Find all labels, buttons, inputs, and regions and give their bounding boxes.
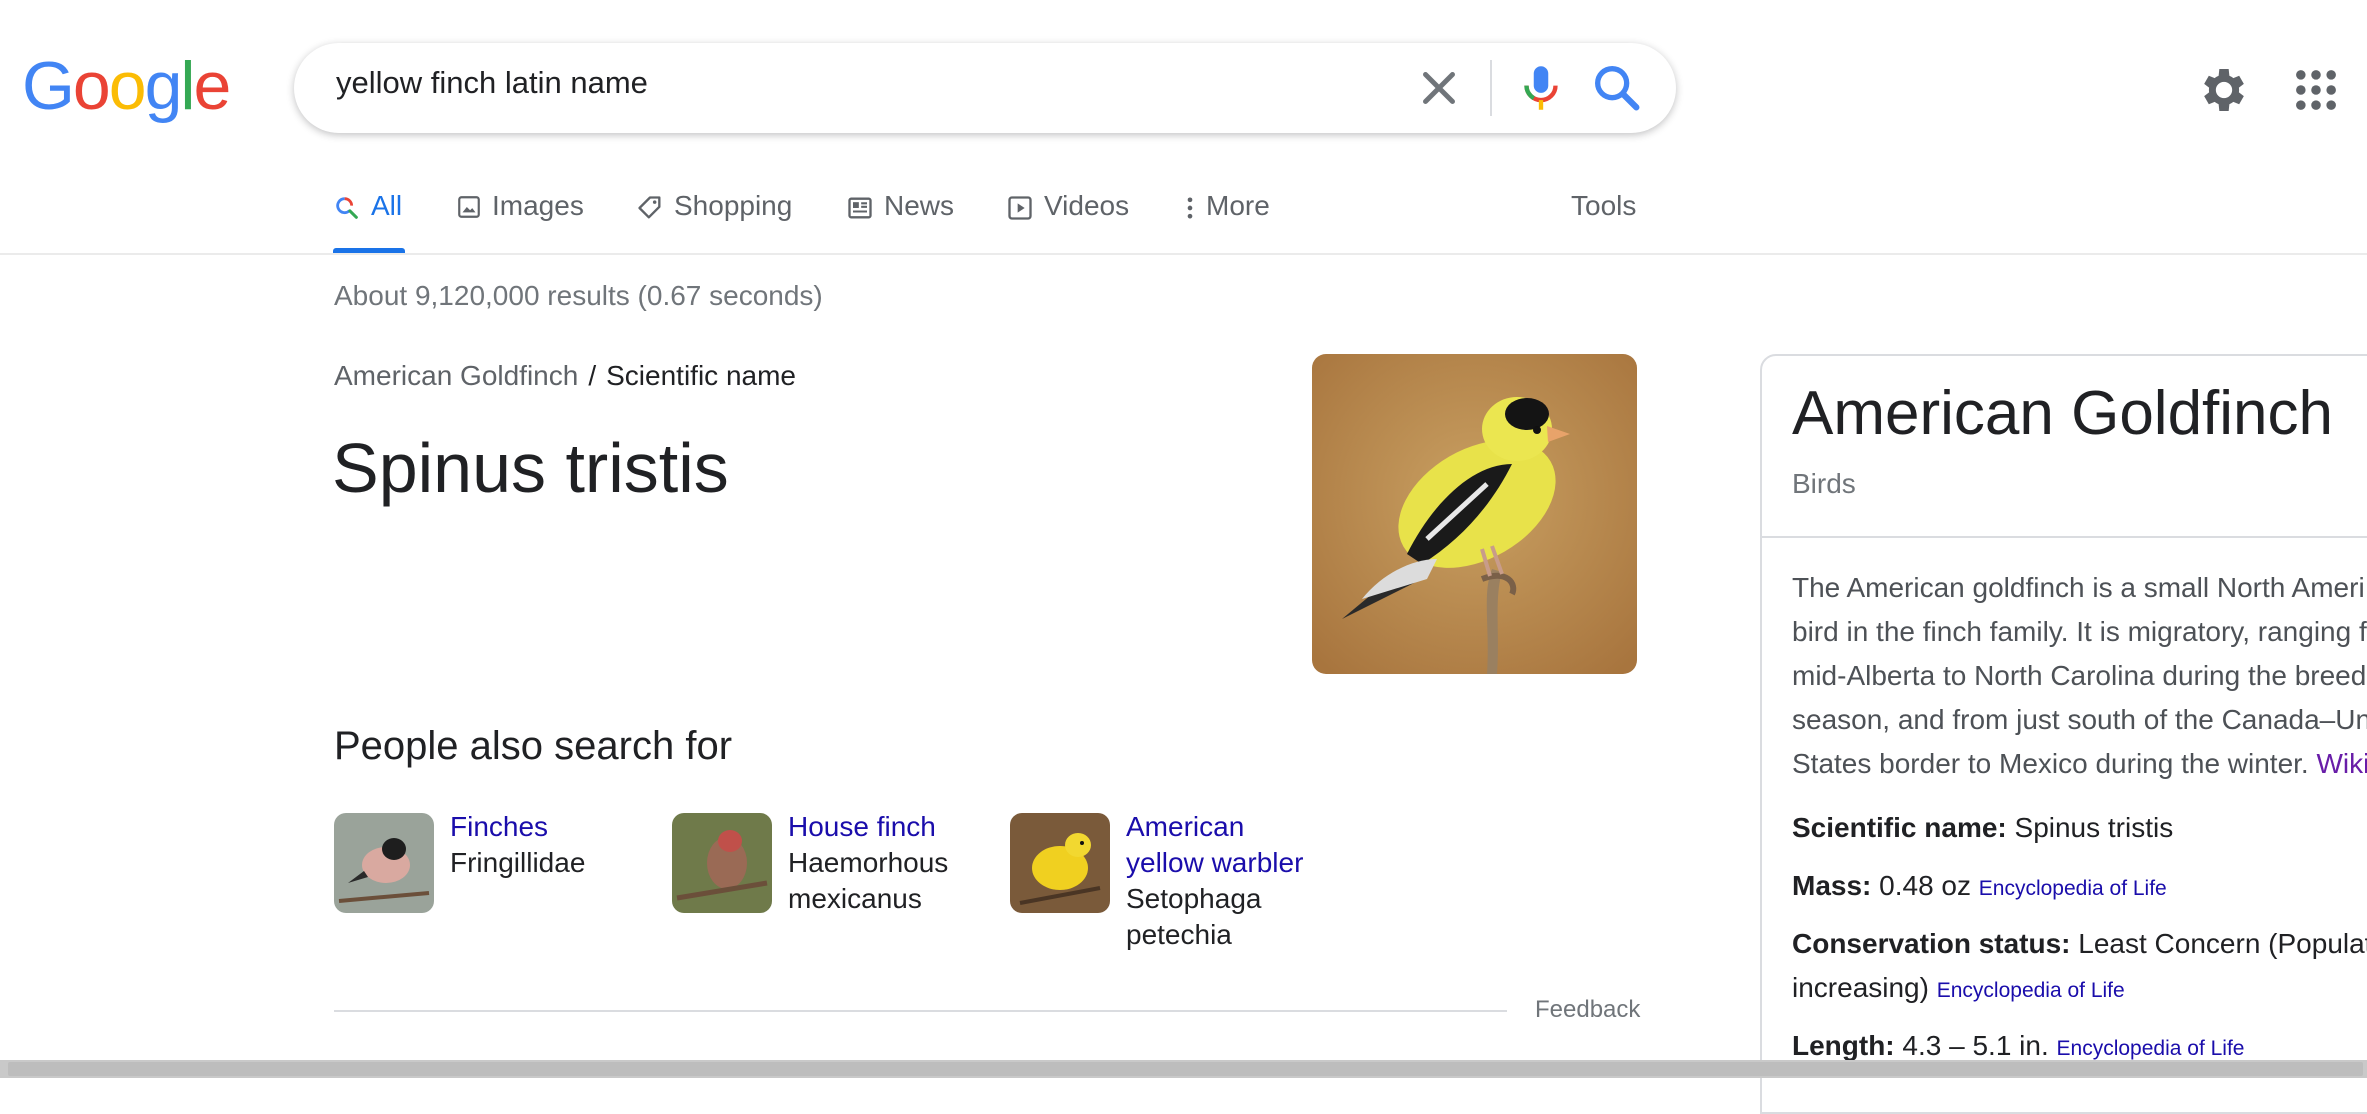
related-entity-subtitle: mexicanus (788, 881, 988, 917)
fact-scientific-name: Scientific name: Spinus tristis (1792, 806, 2173, 850)
people-also-search-heading: People also search for (334, 724, 732, 769)
fact-value: increasing) (1792, 972, 1937, 1003)
fact-source-link[interactable]: Encyclopedia of Life (2057, 1037, 2245, 1060)
related-entity-link[interactable]: American (1126, 809, 1326, 845)
logo-letter: o (109, 52, 145, 120)
google-apps-button[interactable] (2290, 64, 2342, 116)
tab-videos[interactable]: Videos (1006, 190, 1129, 254)
fact-value: 0.48 oz (1871, 870, 1978, 901)
tag-icon (636, 194, 664, 222)
breadcrumb-separator: / (588, 360, 596, 391)
tab-label: All (371, 190, 402, 222)
fact-value: 4.3 – 5.1 in. (1895, 1030, 2057, 1061)
logo-letter: e (194, 52, 230, 120)
tab-shopping[interactable]: Shopping (636, 190, 792, 254)
tab-label: Videos (1044, 190, 1129, 222)
related-entity-subtitle: petechia (1126, 917, 1326, 953)
house-finch-thumbnail[interactable] (672, 813, 772, 913)
search-icon (1588, 59, 1646, 117)
related-entity-subtitle: Haemorhous (788, 845, 988, 881)
related-entity-link[interactable]: yellow warbler (1126, 845, 1326, 881)
related-entity-link[interactable]: House finch (788, 809, 988, 845)
breadcrumb-current: Scientific name (606, 360, 796, 391)
voice-search-button[interactable] (1512, 59, 1570, 117)
finches-thumbnail[interactable] (334, 813, 434, 913)
wikipedia-link[interactable]: Wiki (2317, 748, 2367, 779)
logo-letter: o (73, 52, 109, 120)
logo-letter: G (22, 52, 73, 120)
search-input[interactable]: yellow finch latin name (336, 65, 648, 101)
knowledge-panel-description: The American goldfinch is a small North … (1792, 566, 2367, 786)
breadcrumb-parent[interactable]: American Goldfinch (334, 360, 578, 391)
result-stats: About 9,120,000 results (0.67 seconds) (334, 280, 823, 312)
logo-letter: l (180, 52, 193, 120)
knowledge-panel-divider (1762, 536, 2367, 538)
description-text: The American goldfinch is a small North … (1792, 572, 2367, 779)
google-logo[interactable]: Google (22, 52, 229, 120)
tab-label: News (884, 190, 954, 222)
fact-label[interactable]: Conservation status: (1792, 928, 2071, 959)
microphone-icon (1512, 59, 1570, 117)
tab-all[interactable]: All (333, 190, 402, 254)
fact-conservation-status-cont: increasing) Encyclopedia of Life (1792, 966, 2125, 1013)
goldfinch-image[interactable] (1312, 354, 1637, 674)
knowledge-panel: American Goldfinch Birds The American go… (1760, 354, 2367, 1114)
tab-news[interactable]: News (846, 190, 954, 254)
knowledge-panel-title: American Goldfinch (1792, 378, 2333, 449)
search-button[interactable] (1588, 59, 1646, 117)
header-divider (0, 253, 2367, 255)
tools-button[interactable]: Tools (1571, 190, 1636, 254)
breadcrumb: American Goldfinch / Scientific name (334, 360, 796, 392)
search-box[interactable]: yellow finch latin name (294, 43, 1676, 133)
search-icon (333, 194, 361, 222)
play-icon (1006, 194, 1034, 222)
logo-letter: g (145, 52, 181, 120)
yellow-warbler-thumbnail[interactable] (1010, 813, 1110, 913)
related-entity-card[interactable]: American yellow warbler Setophaga petech… (1010, 813, 1340, 973)
more-vertical-icon (1184, 194, 1196, 222)
clear-search-button[interactable] (1412, 61, 1466, 115)
related-entity-card[interactable]: House finch Haemorhous mexicanus (672, 813, 1002, 973)
tab-label: Images (492, 190, 584, 222)
fact-value: Least Concern (Populatio (2071, 928, 2367, 959)
knowledge-panel-subtitle: Birds (1792, 468, 1856, 500)
fact-conservation-status: Conservation status: Least Concern (Popu… (1792, 922, 2367, 966)
tab-label: More (1206, 190, 1270, 222)
fact-value: Spinus tristis (2007, 812, 2174, 843)
tab-images[interactable]: Images (456, 190, 584, 254)
fact-label[interactable]: Length: (1792, 1030, 1895, 1061)
fact-label[interactable]: Scientific name: (1792, 812, 2007, 843)
fact-source-link[interactable]: Encyclopedia of Life (1937, 979, 2125, 1002)
image-icon (456, 194, 482, 220)
settings-button[interactable] (2196, 62, 2252, 118)
gear-icon (2196, 62, 2252, 118)
search-divider (1490, 60, 1492, 116)
newspaper-icon (846, 194, 874, 222)
apps-grid-icon (2290, 64, 2342, 116)
tab-more[interactable]: More (1184, 190, 1270, 254)
tab-label: Shopping (674, 190, 792, 222)
close-icon (1412, 61, 1466, 115)
fact-label[interactable]: Mass: (1792, 870, 1871, 901)
answer-title: Spinus tristis (332, 428, 729, 508)
feedback-divider (334, 1010, 1507, 1012)
related-entity-link[interactable]: Finches (450, 809, 650, 845)
fact-mass: Mass: 0.48 oz Encyclopedia of Life (1792, 864, 2167, 911)
fact-source-link[interactable]: Encyclopedia of Life (1979, 877, 2167, 900)
related-entity-subtitle: Setophaga (1126, 881, 1326, 917)
scrollbar-thumb[interactable] (8, 1062, 2363, 1076)
feedback-link[interactable]: Feedback (1535, 996, 1640, 1024)
related-entity-subtitle: Fringillidae (450, 845, 650, 881)
related-entity-card[interactable]: Finches Fringillidae (334, 813, 664, 973)
